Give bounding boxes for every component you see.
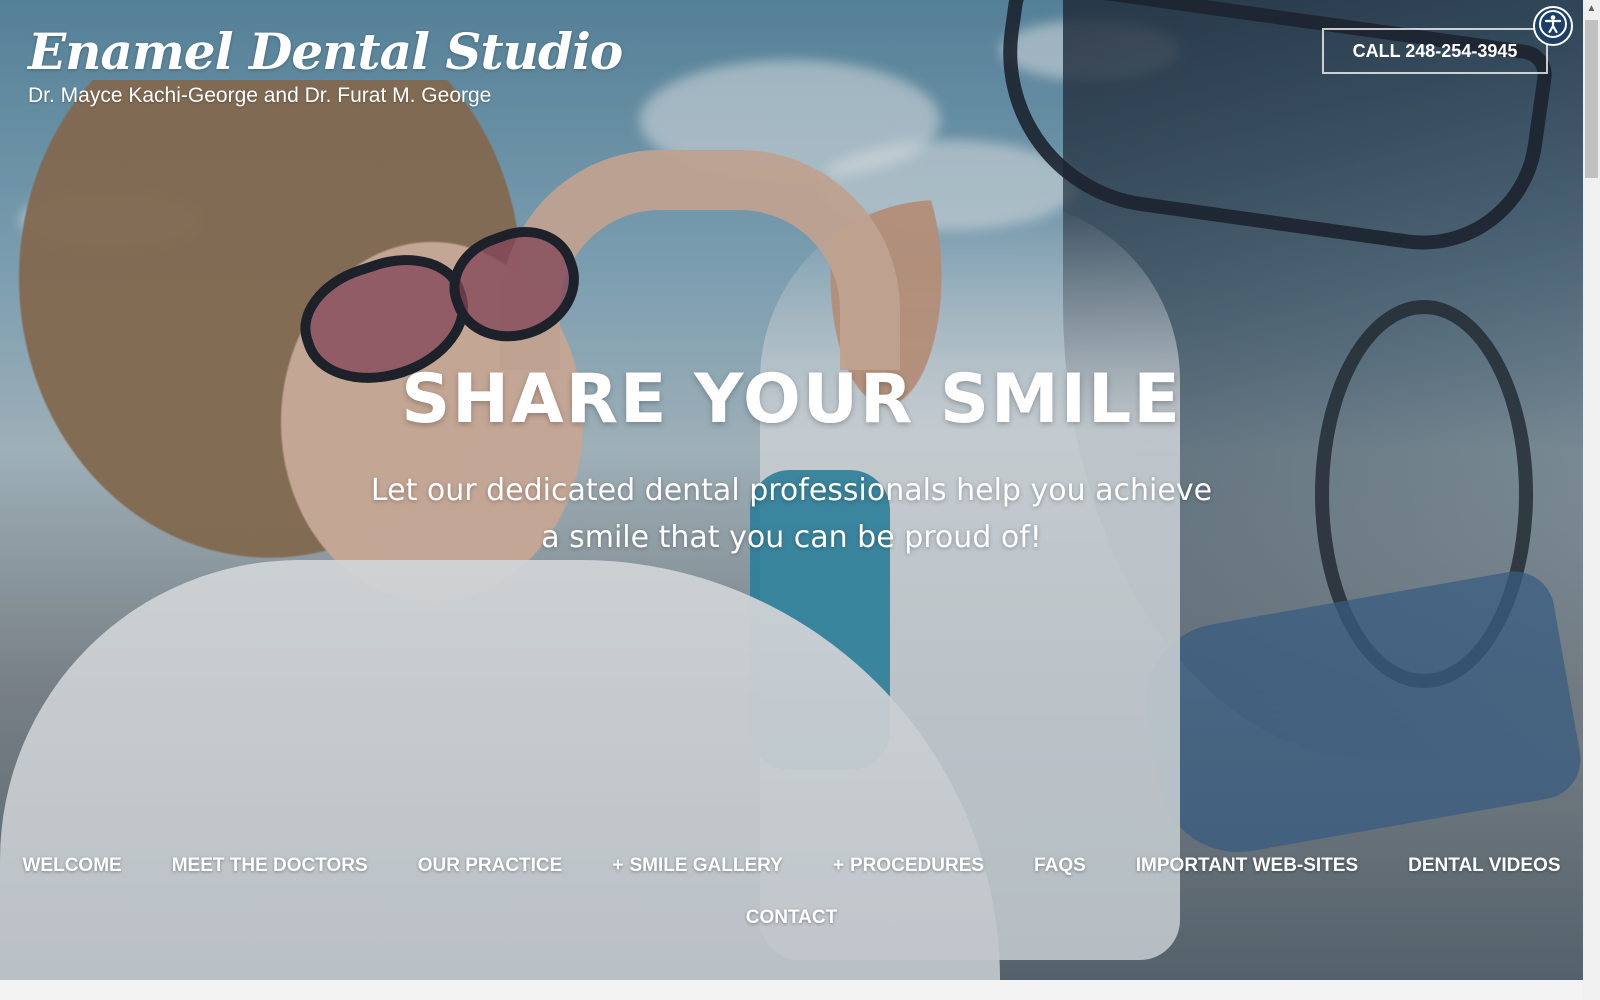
site-title[interactable]: Enamel Dental Studio [28, 22, 623, 82]
nav-item-dental-videos[interactable]: DENTAL VIDEOS [1383, 855, 1583, 877]
nav-item-important-web-sites[interactable]: IMPORTANT WEB-SITES [1111, 855, 1383, 877]
expand-plus-icon: + [832, 855, 844, 876]
hero-content: SHARE YOUR SMILE Let our dedicated denta… [0, 360, 1583, 561]
nav-item-faqs[interactable]: FAQS [1009, 855, 1111, 877]
nav-item-procedures[interactable]: + PROCEDURES [808, 855, 1009, 877]
accessibility-button[interactable] [1533, 6, 1573, 46]
site-branding[interactable]: Enamel Dental Studio Dr. Mayce Kachi-Geo… [28, 22, 623, 108]
nav-item-welcome[interactable]: WELCOME [0, 855, 147, 877]
page-bottom-strip [0, 980, 1583, 1000]
call-button[interactable]: CALL 248-254-3945 [1322, 28, 1548, 74]
hero-description: Let our dedicated dental professionals h… [370, 473, 1213, 555]
main-navigation: WELCOME MEET THE DOCTORS OUR PRACTICE + S… [0, 840, 1583, 944]
nav-item-our-practice[interactable]: OUR PRACTICE [393, 855, 588, 877]
nav-item-meet-the-doctors[interactable]: MEET THE DOCTORS [147, 855, 393, 877]
nav-item-contact[interactable]: CONTACT [721, 907, 862, 929]
page-viewport: Enamel Dental Studio Dr. Mayce Kachi-Geo… [0, 0, 1583, 1000]
expand-plus-icon: + [612, 855, 624, 876]
nav-row-secondary: CONTACT [0, 892, 1583, 944]
nav-item-smile-gallery[interactable]: + SMILE GALLERY [587, 855, 808, 877]
nav-row-primary: WELCOME MEET THE DOCTORS OUR PRACTICE + S… [0, 840, 1583, 892]
scroll-up-arrow-icon[interactable]: ▲ [1583, 0, 1600, 17]
site-subtitle: Dr. Mayce Kachi-George and Dr. Furat M. … [28, 84, 492, 107]
vertical-scrollbar[interactable]: ▲ [1583, 0, 1600, 1000]
accessibility-icon [1538, 9, 1568, 44]
hero-title: SHARE YOUR SMILE [401, 360, 1182, 439]
scrollbar-thumb[interactable] [1585, 20, 1598, 178]
